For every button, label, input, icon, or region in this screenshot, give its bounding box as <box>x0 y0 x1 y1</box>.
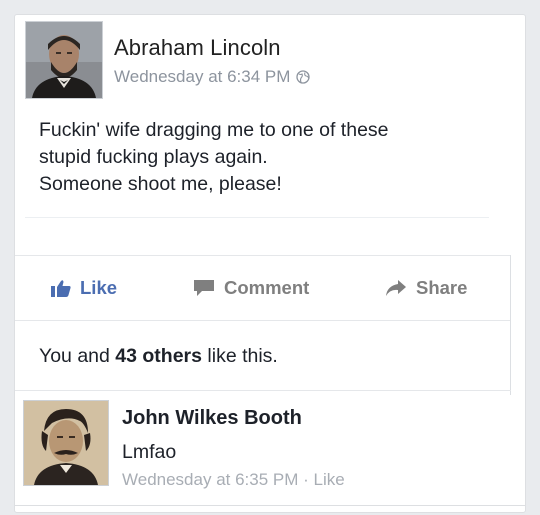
comment-like-link[interactable]: Like <box>314 470 345 489</box>
page: Abraham Lincoln Wednesday at 6:34 PM Fuc… <box>0 0 540 515</box>
comment-meta: Wednesday at 6:35 PM · Like <box>122 470 345 490</box>
share-button[interactable]: Share <box>385 256 467 320</box>
card-edge-divider <box>510 255 511 395</box>
post-text-line: Someone shoot me, please! <box>39 173 282 195</box>
author-avatar[interactable] <box>25 21 103 99</box>
portrait-booth-icon <box>24 401 108 485</box>
card-bottom-divider <box>15 505 525 506</box>
post-actions-bar: Like Comment Share <box>15 255 511 321</box>
post-text: Fuckin' wife dragging me to one of these… <box>39 117 489 198</box>
thumbs-up-icon <box>51 280 71 297</box>
comment-item: John Wilkes Booth Lmfao Wednesday at 6:3… <box>15 391 525 511</box>
likes-summary[interactable]: You and 43 others like this. <box>39 345 278 368</box>
likes-prefix: You and <box>39 345 116 367</box>
comment-button[interactable]: Comment <box>193 256 309 320</box>
likes-count[interactable]: 43 others <box>115 345 202 367</box>
commenter-avatar[interactable] <box>23 400 109 486</box>
portrait-lincoln-icon <box>26 22 102 98</box>
share-label: Share <box>416 277 468 298</box>
post-divider <box>25 217 489 218</box>
like-button[interactable]: Like <box>51 256 117 320</box>
globe-icon <box>296 70 311 84</box>
comment-bubble-icon <box>194 280 214 296</box>
comment-label: Comment <box>224 277 310 298</box>
comment-timestamp[interactable]: Wednesday at 6:35 PM <box>122 470 298 489</box>
likes-suffix: like this. <box>201 345 278 367</box>
post-card: Abraham Lincoln Wednesday at 6:34 PM Fuc… <box>14 14 526 513</box>
post-timestamp[interactable]: Wednesday at 6:34 PM <box>114 67 290 87</box>
post-meta: Wednesday at 6:34 PM <box>114 67 311 87</box>
share-arrow-icon <box>386 280 406 296</box>
post-header: Abraham Lincoln Wednesday at 6:34 PM <box>25 21 515 101</box>
comment-text: Lmfao <box>122 441 177 463</box>
post-text-line: Fuckin' wife dragging me to one of these <box>39 119 389 141</box>
post-text-line: stupid fucking plays again. <box>39 146 268 168</box>
like-label: Like <box>80 277 118 298</box>
post-author-name[interactable]: Abraham Lincoln <box>114 35 281 61</box>
meta-separator: · <box>298 470 314 489</box>
commenter-name[interactable]: John Wilkes Booth <box>122 407 302 430</box>
